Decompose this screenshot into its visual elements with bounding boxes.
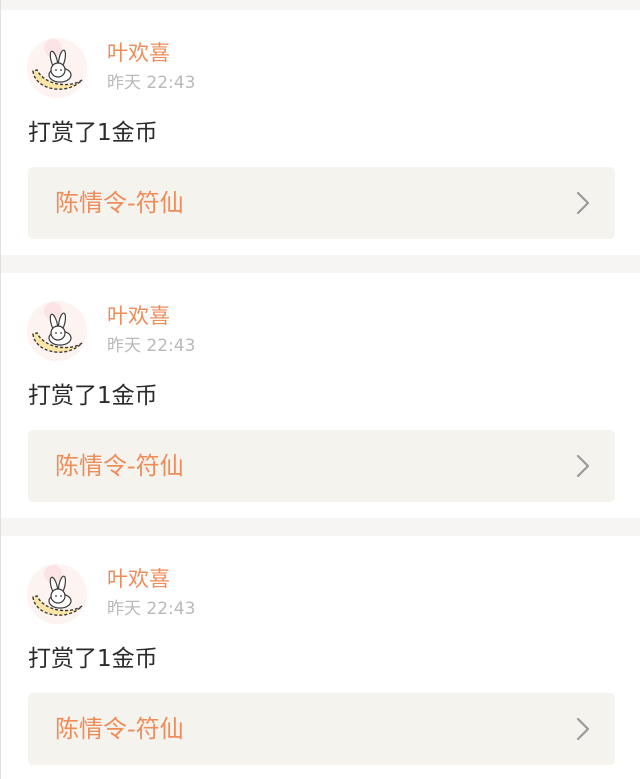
activity-feed: 叶欢喜 昨天 22:43 打赏了1金币 陈情令-符仙 叶欢喜 昨天 22:43 … bbox=[0, 0, 640, 779]
linked-work-card[interactable]: 陈情令-符仙 bbox=[28, 693, 615, 765]
linked-work-title: 陈情令-符仙 bbox=[55, 715, 184, 743]
linked-work-card[interactable]: 陈情令-符仙 bbox=[28, 430, 615, 502]
post-timestamp: 昨天 22:43 bbox=[107, 336, 196, 356]
chevron-right-icon bbox=[576, 717, 590, 741]
post-text: 打赏了1金币 bbox=[28, 383, 158, 409]
bunny-on-moon-icon bbox=[27, 38, 87, 98]
user-name[interactable]: 叶欢喜 bbox=[107, 303, 170, 329]
user-avatar[interactable] bbox=[27, 301, 87, 361]
chevron-right-icon bbox=[576, 454, 590, 478]
user-avatar[interactable] bbox=[27, 564, 87, 624]
activity-card: 叶欢喜 昨天 22:43 打赏了1金币 陈情令-符仙 bbox=[1, 536, 640, 779]
linked-work-card[interactable]: 陈情令-符仙 bbox=[28, 167, 615, 239]
activity-card: 叶欢喜 昨天 22:43 打赏了1金币 陈情令-符仙 bbox=[1, 273, 640, 518]
user-avatar[interactable] bbox=[27, 38, 87, 98]
linked-work-title: 陈情令-符仙 bbox=[55, 452, 184, 480]
post-timestamp: 昨天 22:43 bbox=[107, 73, 196, 93]
post-text: 打赏了1金币 bbox=[28, 646, 158, 672]
chevron-right-icon bbox=[576, 191, 590, 215]
user-name[interactable]: 叶欢喜 bbox=[107, 40, 170, 66]
user-name[interactable]: 叶欢喜 bbox=[107, 566, 170, 592]
bunny-on-moon-icon bbox=[27, 564, 87, 624]
post-text: 打赏了1金币 bbox=[28, 120, 158, 146]
bunny-on-moon-icon bbox=[27, 301, 87, 361]
activity-card: 叶欢喜 昨天 22:43 打赏了1金币 陈情令-符仙 bbox=[1, 10, 640, 255]
linked-work-title: 陈情令-符仙 bbox=[55, 189, 184, 217]
post-timestamp: 昨天 22:43 bbox=[107, 599, 196, 619]
